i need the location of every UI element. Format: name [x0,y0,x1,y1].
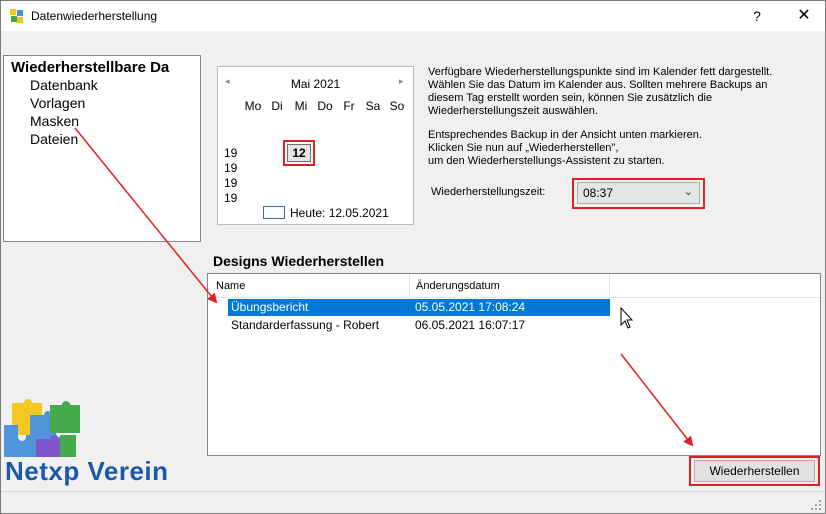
list-header: Name Änderungsdatum [208,274,820,298]
weekday-sa: Sa [365,99,381,113]
tree-item-datenbank[interactable]: Datenbank [30,77,98,93]
tree-item-dateien[interactable]: Dateien [30,131,78,147]
weekday-fr: Fr [343,99,355,113]
info-line: Verfügbare Wiederherstellungspunkte sind… [428,66,773,78]
month-calendar[interactable]: ◂ Mai 2021 ▸ Mo Di Mi Do Fr Sa So 19 19 … [217,66,414,225]
weekday-di: Di [271,99,283,113]
tree-item-vorlagen[interactable]: Vorlagen [30,95,85,111]
close-button[interactable]: ✕ [784,1,824,31]
calendar-selected-day[interactable]: 12 [287,144,311,162]
calendar-next-month-icon[interactable]: ▸ [399,76,404,87]
calendar-month-title[interactable]: Mai 2021 [218,77,413,91]
restore-time-select[interactable]: 08:37 ⌄ [577,182,700,204]
logo-wordmark: Netxp Verein [5,456,169,486]
week-number: 19 [224,161,238,175]
resize-grip-icon[interactable] [810,499,822,511]
tree-item-masken[interactable]: Masken [30,113,79,129]
column-divider[interactable] [609,274,610,297]
today-link[interactable]: Heute: 12.05.2021 [290,206,389,220]
week-number: 19 [224,191,238,205]
restore-time-value: 08:37 [583,186,614,200]
weekday-mo: Mo [244,99,262,113]
designs-list[interactable]: Name Änderungsdatum Übungsbericht 05.05.… [207,273,821,456]
chevron-down-icon[interactable]: ⌄ [684,185,693,198]
weekday-do: Do [317,99,333,113]
info-line: diesem Tag erstellt worden sein, können … [428,92,713,104]
weekday-mi: Mi [294,99,308,113]
info-line: Entsprechendes Backup in der Ansicht unt… [428,129,702,141]
status-bar [1,491,825,513]
app-icon [10,9,23,23]
window-title: Datenwiederherstellung [31,9,158,23]
week-number: 19 [224,176,238,190]
info-line: Wählen Sie das Datum im Kalender aus. So… [428,79,768,91]
row-date: 05.05.2021 17:08:24 [415,300,526,314]
row-name: Standarderfassung - Robert [231,318,380,332]
tree-root-label[interactable]: Wiederherstellbare Da [11,59,169,76]
info-line: Wiederherstellungszeit auswählen. [428,105,598,117]
today-marker[interactable] [263,206,285,219]
help-button[interactable]: ? [740,1,774,31]
week-number: 19 [224,146,238,160]
info-line: um den Wiederherstellungs-Assistent zu s… [428,155,665,167]
weekday-so: So [389,99,405,113]
row-date: 06.05.2021 16:07:17 [415,318,526,332]
list-row[interactable]: Übungsbericht 05.05.2021 17:08:24 [228,299,610,316]
restore-time-label: Wiederherstellungszeit: [431,186,546,198]
row-name: Übungsbericht [231,300,309,314]
column-header-date[interactable]: Änderungsdatum [416,280,500,292]
restorable-data-tree[interactable]: Wiederherstellbare Da Datenbank Vorlagen… [3,55,201,242]
column-divider[interactable] [409,274,410,297]
column-header-name[interactable]: Name [216,280,245,292]
restore-button[interactable]: Wiederherstellen [694,460,815,482]
designs-section-title: Designs Wiederherstellen [213,253,385,269]
info-line: Klicken Sie nun auf „Wiederherstellen", [428,142,619,154]
list-row[interactable]: Standarderfassung - Robert 06.05.2021 16… [228,317,610,334]
